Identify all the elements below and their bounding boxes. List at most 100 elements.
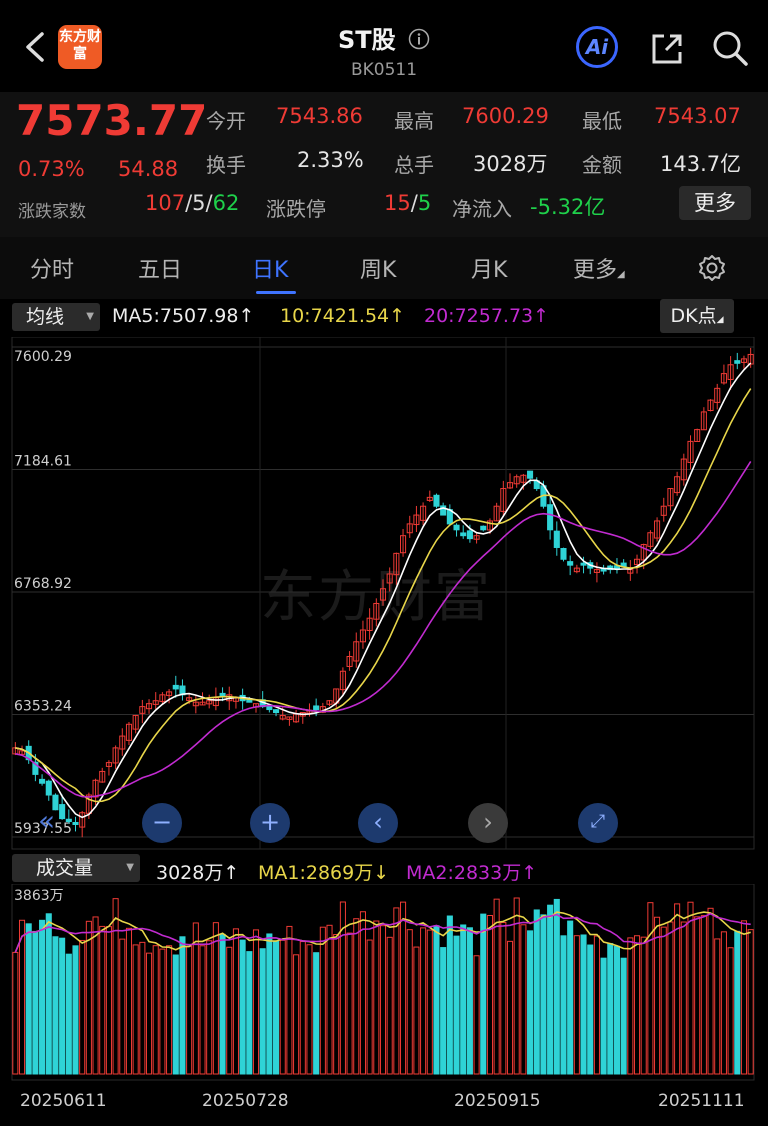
candle-body [433, 494, 440, 507]
volume-bar [252, 929, 260, 1075]
low-value: 7543.07 [654, 104, 741, 128]
date-axis-label: 20251111 [658, 1091, 745, 1111]
top-bar: 东方财富 ST股 BK0511 Ai [0, 0, 768, 92]
volume-bar [99, 925, 106, 1075]
volume-bar [406, 929, 413, 1075]
volume-bar [654, 916, 661, 1075]
volume-bar [506, 940, 514, 1075]
candlestick-chart[interactable]: 7600.297184.616768.926353.245937.55 [0, 337, 768, 850]
change-percent: 0.73% [18, 157, 85, 181]
volume-bar [714, 938, 721, 1075]
ma-legend-bar: 均线 ▼ MA5:7507.98↑ 10:7421.54↑ 20:7257.73… [0, 299, 768, 337]
tab-weekly-k[interactable]: 周K [360, 252, 396, 284]
limit-label: 涨跌停 [266, 197, 326, 221]
volume-bar [32, 930, 39, 1075]
volume-chart[interactable]: 3863万 20250611 20250728 20250915 20251111 [0, 884, 768, 1126]
volume-bar [694, 916, 701, 1075]
volume-bar [373, 920, 380, 1075]
date-axis-label: 20250915 [454, 1091, 541, 1111]
tab-daily-k[interactable]: 日K [252, 252, 288, 284]
scroll-right-button[interactable]: › [468, 803, 508, 843]
volume-bar [687, 901, 694, 1075]
volume-frame [11, 884, 755, 1081]
volume-bar [119, 938, 126, 1075]
volume-bar [486, 915, 493, 1075]
more-quote-button[interactable]: 更多 [679, 186, 751, 220]
limit-sep: / [410, 191, 418, 215]
volume-bar [92, 916, 99, 1075]
volume-bar [580, 934, 587, 1075]
volume-bar [172, 954, 179, 1075]
fullscreen-button[interactable]: ⤢ [578, 803, 618, 843]
candle-body [453, 524, 460, 531]
indicator-selector[interactable]: 均线 ▼ [12, 303, 100, 331]
candle-body [59, 804, 66, 820]
zoom-in-button[interactable]: + [250, 803, 290, 843]
price-axis-label: 7184.61 [14, 453, 72, 469]
candle-body [172, 684, 179, 690]
tab-intraday[interactable]: 分时 [30, 252, 74, 284]
breadth-label: 涨跌家数 [18, 202, 86, 222]
dk-point-button[interactable]: DK点◢ [660, 299, 734, 333]
price-axis-label: 6768.92 [14, 576, 72, 592]
volume-bar [306, 944, 313, 1075]
low-label: 最低 [582, 109, 622, 133]
volume-bar [359, 911, 366, 1075]
volume-bar [45, 913, 52, 1075]
volume-bar [286, 925, 293, 1075]
volume-bar [613, 945, 621, 1075]
volume-bar [199, 945, 206, 1075]
turnover-label: 换手 [206, 153, 246, 177]
tab-more-label: 更多 [573, 258, 618, 283]
scroll-left-button[interactable]: ‹ [358, 803, 398, 843]
volume-bar [379, 925, 387, 1075]
volume-bar [25, 923, 32, 1075]
volume-bar [152, 945, 159, 1075]
candle-body [547, 504, 554, 531]
volume-bar [192, 922, 199, 1075]
volume-bar [226, 946, 233, 1075]
indicator-selector-label: 均线 [26, 306, 65, 328]
volume-selector-label: 成交量 [36, 857, 94, 879]
volume-bar [607, 943, 614, 1075]
volume-bar [426, 929, 433, 1075]
volume-bar [433, 925, 440, 1075]
volume-bar [473, 955, 480, 1075]
volume-bar [413, 946, 420, 1075]
volume-bar [747, 929, 754, 1075]
volume-ma1: MA1:2869万↓ [258, 862, 390, 884]
search-icon[interactable] [710, 28, 750, 68]
volume-bar [386, 936, 393, 1075]
share-icon[interactable] [648, 30, 686, 68]
volume-bar [72, 945, 79, 1075]
limit-up: 15 [384, 191, 411, 215]
candle-body [480, 525, 487, 531]
volume-bar [393, 907, 400, 1075]
volume-bar [232, 928, 239, 1075]
caret-icon: ◢ [716, 315, 724, 325]
tab-five-day[interactable]: 五日 [138, 252, 182, 284]
rewind-icon[interactable]: « [38, 804, 55, 837]
tab-more[interactable]: 更多◢ [573, 252, 625, 284]
zoom-out-button[interactable]: − [142, 803, 182, 843]
limit-down: 5 [417, 191, 432, 215]
volume-bar [246, 951, 253, 1075]
limit-counts: 15/5 [384, 191, 431, 215]
volume-bar [466, 927, 473, 1075]
volume-bar [720, 931, 727, 1075]
volume-bar [547, 904, 554, 1075]
volume-bar [587, 944, 594, 1075]
candle-body [266, 706, 273, 711]
volume-indicator-selector[interactable]: 成交量 ▼ [12, 854, 140, 882]
volume-bar [453, 935, 460, 1075]
active-tab-indicator [256, 291, 296, 294]
tab-monthly-k[interactable]: 月K [471, 252, 507, 284]
settings-gear-icon[interactable] [697, 253, 727, 283]
volume-bar [52, 936, 59, 1075]
volume-bar [553, 898, 560, 1075]
volume-bar [567, 920, 574, 1075]
candle-body [567, 561, 574, 566]
info-icon[interactable] [408, 28, 430, 50]
candle-body [39, 778, 46, 784]
ai-assistant-button[interactable]: Ai [576, 26, 618, 68]
